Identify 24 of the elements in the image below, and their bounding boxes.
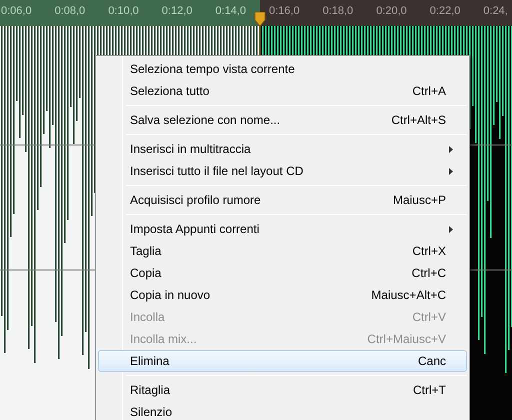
ruler-label: 0:10,0	[108, 4, 139, 19]
ruler-label: 0:16,0	[269, 4, 300, 19]
menu-item[interactable]: Imposta Appunti correnti	[98, 218, 467, 240]
ruler-label: 0:12,0	[162, 4, 192, 19]
menu-item[interactable]: Copia Ctrl+C	[98, 262, 467, 284]
ruler-label: 0:20,0	[376, 4, 407, 19]
ruler-label: 0:14,0	[215, 4, 246, 19]
menu-item[interactable]: Silenzio	[98, 401, 467, 420]
ruler-label: 0:24,	[483, 4, 508, 19]
menu-item[interactable]: Copia in nuovo Maiusc+Alt+C	[98, 284, 467, 306]
menu-item[interactable]: Salva selezione con nome... Ctrl+Alt+S	[98, 109, 467, 131]
ruler-label: 0:08,0	[54, 4, 86, 19]
menu-item[interactable]: Inserisci tutto il file nel layout CD	[98, 160, 467, 182]
menu-item[interactable]: Elimina Canc	[98, 350, 467, 372]
menu-item[interactable]: Seleziona tempo vista corrente	[98, 58, 467, 80]
menu-item[interactable]: Seleziona tutto Ctrl+A	[98, 80, 467, 102]
menu-item[interactable]: Inserisci in multitraccia	[98, 138, 467, 160]
ruler-label: 0:06,0	[1, 4, 32, 19]
menu-item[interactable]: Acquisisci profilo rumore Maiusc+P	[98, 189, 467, 211]
playhead-icon[interactable]	[254, 12, 266, 26]
menu-item[interactable]: Ritaglia Ctrl+T	[98, 379, 467, 401]
menu-item[interactable]: Taglia Ctrl+X	[98, 240, 467, 262]
ruler-label: 0:22,0	[430, 4, 460, 19]
ruler-label: 0:18,0	[322, 4, 354, 19]
